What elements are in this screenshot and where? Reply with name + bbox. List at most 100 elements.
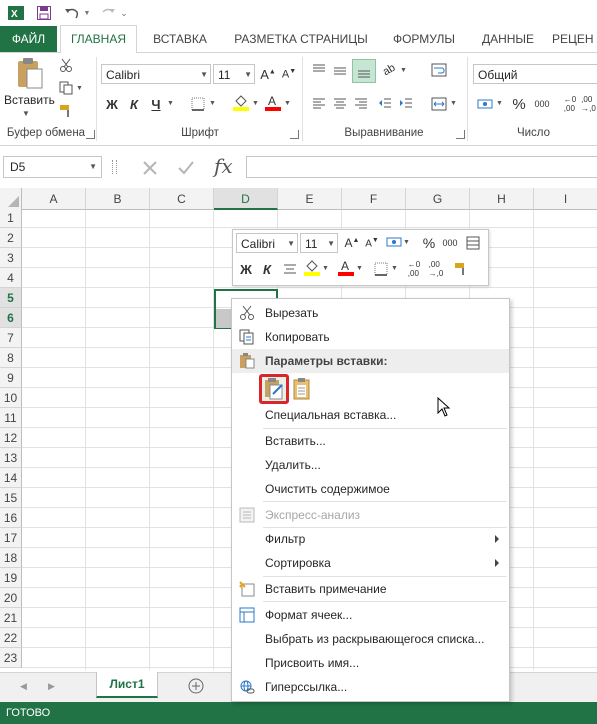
borders-dropdown-icon[interactable]: ▼: [209, 100, 216, 107]
row-header-6[interactable]: 6: [0, 308, 22, 328]
increase-font-icon[interactable]: A▲: [259, 65, 277, 83]
decrease-decimal-icon[interactable]: ,00 →,0: [580, 95, 597, 113]
row-header-5[interactable]: 5: [0, 288, 22, 308]
mini-decrease-font-icon[interactable]: A▼: [363, 234, 381, 252]
font-launcher-icon[interactable]: [290, 130, 299, 139]
tab-page-layout[interactable]: РАЗМЕТКА СТРАНИЦЫ: [226, 26, 376, 52]
paste-icon[interactable]: [14, 57, 44, 91]
orientation-dropdown-icon[interactable]: ▼: [400, 67, 407, 74]
undo-icon[interactable]: [62, 3, 82, 23]
menu-item-hyperlink[interactable]: Гиперссылка...: [232, 675, 509, 699]
mini-borders-icon[interactable]: [372, 260, 390, 278]
align-left-icon[interactable]: [310, 95, 328, 113]
mini-percent-button[interactable]: %: [420, 234, 438, 252]
accounting-dropdown-icon[interactable]: ▼: [496, 100, 503, 107]
mini-font-name-combo[interactable]: Calibri ▼: [236, 233, 298, 253]
select-all-corner[interactable]: [0, 188, 22, 210]
paste-dropdown-icon[interactable]: ▼: [22, 109, 30, 118]
save-icon[interactable]: [34, 3, 54, 23]
column-header-c[interactable]: C: [150, 188, 214, 210]
row-header-9[interactable]: 9: [0, 368, 22, 388]
row-header-19[interactable]: 19: [0, 568, 22, 588]
increase-indent-icon[interactable]: [397, 95, 415, 113]
mini-increase-decimal-icon[interactable]: ←0,00: [404, 260, 424, 278]
menu-item-pick-from-list[interactable]: Выбрать из раскрывающегося списка...: [232, 627, 509, 651]
underline-dropdown-icon[interactable]: ▼: [167, 100, 174, 107]
row-header-8[interactable]: 8: [0, 348, 22, 368]
copy-dropdown-icon[interactable]: ▼: [76, 85, 83, 92]
row-header-16[interactable]: 16: [0, 508, 22, 528]
row-header-17[interactable]: 17: [0, 528, 22, 548]
tab-formulas[interactable]: ФОРМУЛЫ: [384, 26, 464, 52]
row-header-3[interactable]: 3: [0, 248, 22, 268]
row-header-10[interactable]: 10: [0, 388, 22, 408]
italic-button[interactable]: К: [125, 95, 143, 113]
bold-button[interactable]: Ж: [103, 95, 121, 113]
decrease-indent-icon[interactable]: [376, 95, 394, 113]
format-painter-icon[interactable]: [57, 102, 75, 120]
paste-option-values-button[interactable]: [292, 377, 312, 401]
menu-item-cut[interactable]: Вырезать: [232, 301, 509, 325]
mini-font-color-icon[interactable]: A: [337, 258, 355, 276]
column-header-g[interactable]: G: [406, 188, 470, 210]
menu-item-copy[interactable]: Копировать: [232, 325, 509, 349]
row-header-7[interactable]: 7: [0, 328, 22, 348]
column-header-i[interactable]: I: [534, 188, 597, 210]
font-size-combo[interactable]: 11 ▼: [213, 64, 255, 84]
decrease-font-icon[interactable]: A▼: [280, 65, 298, 83]
row-header-4[interactable]: 4: [0, 268, 22, 288]
mini-bold-button[interactable]: Ж: [237, 260, 255, 278]
tab-review[interactable]: РЕЦЕН: [552, 26, 597, 52]
row-header-12[interactable]: 12: [0, 428, 22, 448]
mini-font-color-dropdown-icon[interactable]: ▼: [356, 265, 363, 272]
menu-item-format-cells[interactable]: Формат ячеек...: [232, 603, 509, 627]
column-header-f[interactable]: F: [342, 188, 406, 210]
row-header-13[interactable]: 13: [0, 448, 22, 468]
cancel-icon[interactable]: [140, 158, 160, 178]
menu-item-sort[interactable]: Сортировка: [232, 551, 509, 575]
mini-format-painter-icon[interactable]: [452, 260, 470, 278]
align-middle-icon[interactable]: [331, 61, 349, 79]
mini-borders-dropdown-icon[interactable]: ▼: [391, 265, 398, 272]
row-header-23[interactable]: 23: [0, 648, 22, 668]
menu-item-define-name[interactable]: Присвоить имя...: [232, 651, 509, 675]
percent-button[interactable]: %: [510, 95, 528, 113]
row-header-15[interactable]: 15: [0, 488, 22, 508]
mini-accounting-dropdown-icon[interactable]: ▼: [403, 239, 410, 246]
align-center-icon[interactable]: [331, 95, 349, 113]
fill-color-icon[interactable]: [232, 93, 250, 111]
wrap-text-icon[interactable]: [430, 61, 448, 79]
mini-align-center-icon[interactable]: [281, 260, 299, 278]
row-header-22[interactable]: 22: [0, 628, 22, 648]
row-header-18[interactable]: 18: [0, 548, 22, 568]
mini-italic-button[interactable]: К: [258, 260, 276, 278]
menu-item-delete[interactable]: Удалить...: [232, 453, 509, 477]
merge-dropdown-icon[interactable]: ▼: [450, 100, 457, 107]
fill-color-dropdown-icon[interactable]: ▼: [252, 100, 259, 107]
column-header-d[interactable]: D: [214, 188, 278, 210]
mini-font-size-combo[interactable]: 11 ▼: [300, 233, 338, 253]
tab-file[interactable]: ФАЙЛ: [0, 26, 57, 52]
sheet-tab-active[interactable]: Лист1: [96, 672, 158, 698]
column-header-e[interactable]: E: [278, 188, 342, 210]
undo-dropdown-icon[interactable]: ▼: [82, 3, 92, 23]
copy-icon[interactable]: [57, 79, 75, 97]
mini-accounting-icon[interactable]: [385, 233, 403, 251]
borders-icon[interactable]: [189, 95, 207, 113]
font-color-icon[interactable]: A: [264, 93, 282, 111]
align-right-icon[interactable]: [352, 95, 370, 113]
mini-fill-color-icon[interactable]: [303, 258, 321, 276]
menu-item-filter[interactable]: Фильтр: [232, 527, 509, 551]
tab-insert[interactable]: ВСТАВКА: [140, 26, 220, 52]
cut-icon[interactable]: [57, 56, 75, 74]
redo-icon[interactable]: [98, 3, 118, 23]
thousands-button[interactable]: 000: [531, 95, 553, 113]
row-header-11[interactable]: 11: [0, 408, 22, 428]
column-header-h[interactable]: H: [470, 188, 534, 210]
row-header-21[interactable]: 21: [0, 608, 22, 628]
enter-icon[interactable]: [176, 158, 196, 178]
tab-home[interactable]: ГЛАВНАЯ: [60, 25, 137, 54]
add-sheet-icon[interactable]: [188, 678, 204, 694]
underline-button[interactable]: Ч: [147, 95, 165, 113]
scroll-left-icon[interactable]: ◀: [20, 681, 27, 692]
